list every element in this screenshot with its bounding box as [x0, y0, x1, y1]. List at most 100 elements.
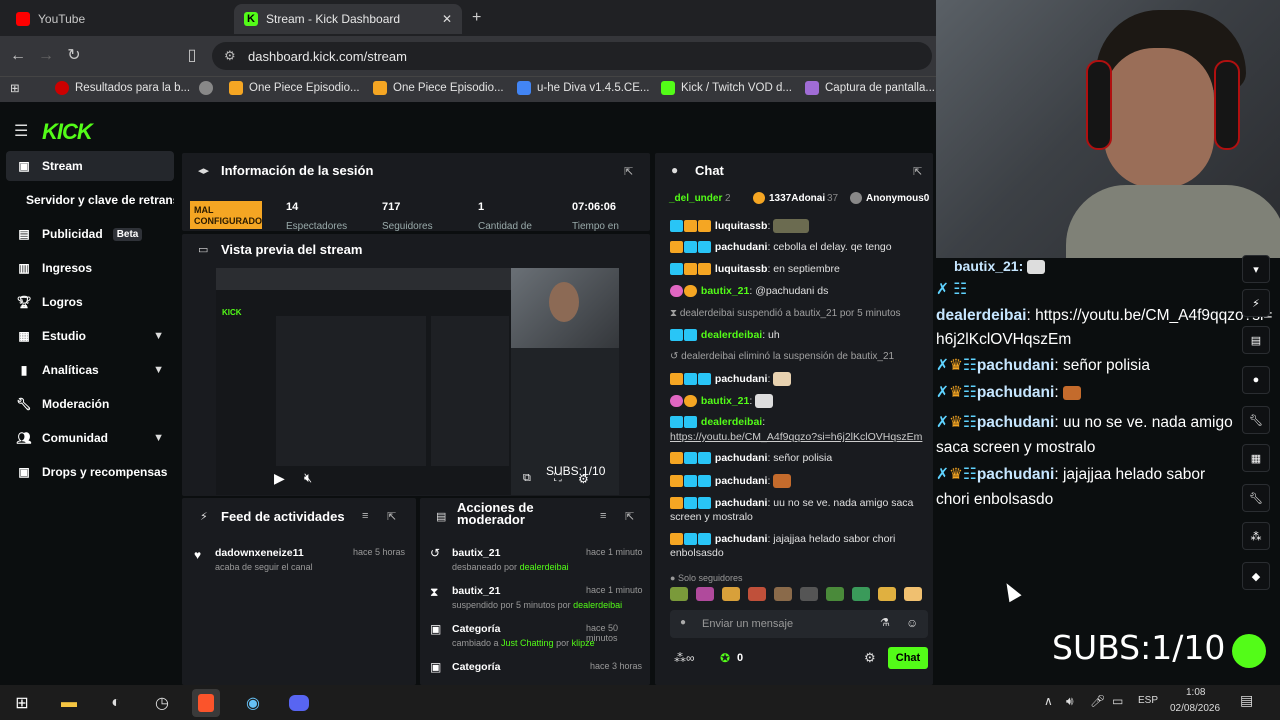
bookmark-item[interactable]: One Piece Episodio...	[229, 81, 360, 95]
bookmark-item[interactable]: Captura de pantalla...	[805, 81, 935, 95]
emote-icon[interactable]	[878, 587, 896, 601]
sidebar-item-comunidad[interactable]: 👥︎ Comunidad ▼	[6, 423, 174, 453]
bookmark-item[interactable]: One Piece Episodio...	[373, 81, 504, 95]
mic-icon[interactable]: 🎤︎	[1090, 694, 1105, 708]
share-icon[interactable]: ⁂	[1242, 522, 1270, 550]
app-icon[interactable]: ◐	[102, 689, 130, 717]
stream-video[interactable]: KICK ▶ 🔇︎ ⧉ ⛶ ⚙ SUBS:1/10	[216, 268, 619, 495]
file-explorer-icon[interactable]: ▬	[55, 689, 83, 717]
chat-send-button[interactable]: Chat	[888, 647, 928, 669]
back-icon[interactable]: ←	[8, 46, 28, 66]
chat-username[interactable]: pachudani	[715, 475, 768, 487]
language-indicator[interactable]: ESP	[1138, 695, 1158, 706]
sidebar-item-drops[interactable]: ▣ Drops y recompensas	[6, 457, 174, 487]
emote-icon[interactable]	[670, 587, 688, 601]
miniplayer-icon[interactable]: ⧉	[523, 472, 531, 485]
chat-username[interactable]: bautix_21	[701, 395, 749, 407]
feed-user[interactable]: dadownxeneize11	[215, 547, 304, 559]
popout-icon[interactable]: ⇱	[624, 165, 633, 178]
emoji-icon[interactable]: ☺	[906, 616, 918, 630]
bolt-icon[interactable]: ⚡︎	[1242, 289, 1270, 317]
popout-icon[interactable]: ⇱	[387, 510, 396, 523]
steam-icon[interactable]: ◉	[239, 689, 267, 717]
chat-username[interactable]: pachudani	[715, 533, 768, 545]
mute-icon[interactable]: 🔇︎	[304, 470, 312, 486]
sidebar-item-publicidad[interactable]: ▤ Publicidad Beta	[6, 219, 174, 249]
bookmark-item[interactable]: Resultados para la b...	[55, 81, 190, 95]
clock-app-icon[interactable]: ◷	[148, 689, 176, 717]
filter-icon[interactable]: ≡	[362, 510, 368, 522]
notification-icon[interactable]: ▤	[1240, 692, 1253, 709]
popout-icon[interactable]: ⇱	[625, 510, 634, 523]
sidebar-item-logros[interactable]: 🏆︎ Logros	[6, 287, 174, 317]
apps-icon[interactable]: ⊞	[10, 81, 20, 95]
popout-icon[interactable]: ⇱	[913, 165, 922, 178]
tab-kick-dashboard[interactable]: K Stream - Kick Dashboard ✕	[234, 4, 462, 34]
brave-icon[interactable]	[192, 689, 220, 717]
emote-icon[interactable]	[800, 587, 818, 601]
play-icon[interactable]: ▶	[274, 470, 285, 487]
mod-user[interactable]: dealerdeibai	[573, 600, 622, 610]
network-icon[interactable]: ▭	[1112, 694, 1123, 708]
menu-icon[interactable]: ☰	[14, 121, 28, 141]
sidebar-item-moderacion[interactable]: 🔧︎ Moderación	[6, 389, 174, 419]
chat-username[interactable]: bautix_21	[701, 285, 749, 297]
site-info-icon[interactable]: ⚙	[224, 48, 236, 64]
chat-username[interactable]: dealerdeibai	[701, 329, 762, 341]
chat-username[interactable]: pachudani	[715, 241, 768, 253]
mod-user[interactable]: dealerdeibai	[520, 562, 569, 572]
mod-category[interactable]: Just Chatting	[501, 638, 554, 648]
tab-youtube[interactable]: YouTube	[6, 4, 231, 34]
chat-username[interactable]: dealerdeibai	[701, 416, 762, 428]
mod-target[interactable]: bautix_21	[452, 547, 500, 559]
chat-link[interactable]: https://youtu.be/CM_A4f9qqzo?si=h6j2lKcl…	[670, 431, 922, 443]
chat-username[interactable]: pachudani	[715, 373, 768, 385]
chat-input[interactable]: ● Enviar un mensaje ⚗ ☺	[670, 610, 928, 638]
mod-target[interactable]: bautix_21	[452, 585, 500, 597]
leader-name[interactable]: 1337Adonai	[769, 193, 825, 204]
filter-icon[interactable]: ≡	[600, 510, 606, 522]
tool-icon[interactable]: ▾	[1242, 255, 1270, 283]
sidebar-item-ingresos[interactable]: ▥ Ingresos	[6, 253, 174, 283]
emote-icon[interactable]	[722, 587, 740, 601]
wrench-icon[interactable]: 🔧︎	[1242, 406, 1270, 434]
emote-icon[interactable]	[904, 587, 922, 601]
sidebar-item-stream[interactable]: ▣ Stream	[6, 151, 174, 181]
leader-name[interactable]: Anonymous0	[866, 193, 929, 204]
forward-icon[interactable]: →	[36, 46, 56, 66]
chat-username[interactable]: luquitassb	[715, 263, 768, 275]
bookmark-item[interactable]: u-he Diva v1.4.5.CE...	[517, 81, 650, 95]
address-bar[interactable]: ⚙ dashboard.kick.com/stream	[212, 42, 932, 70]
chat-username[interactable]: pachudani	[715, 497, 768, 509]
bookmark-item[interactable]	[199, 81, 213, 95]
infinity-icon[interactable]: ⁂∞	[674, 651, 695, 665]
discord-icon[interactable]	[285, 689, 313, 717]
volume-icon[interactable]: 🔊︎	[1066, 694, 1074, 709]
diamond-icon[interactable]: ◆	[1242, 562, 1270, 590]
printer-icon[interactable]: ▦	[1242, 444, 1270, 472]
magic-icon[interactable]: ⚗	[880, 616, 890, 629]
chat-bubble-icon[interactable]: ●	[1242, 366, 1270, 394]
bookmark-icon[interactable]: ▯	[182, 46, 202, 66]
emote-icon[interactable]	[696, 587, 714, 601]
chat-username[interactable]: pachudani	[715, 452, 768, 464]
emote-icon[interactable]	[826, 587, 844, 601]
clock-date[interactable]: 02/08/2026	[1170, 703, 1220, 714]
wrench-icon[interactable]: 🔧︎	[1242, 484, 1270, 512]
start-button[interactable]: ⊞	[8, 689, 36, 717]
emote-icon[interactable]	[774, 587, 792, 601]
clock-time[interactable]: 1:08	[1186, 687, 1205, 698]
chat-username[interactable]: luquitassb	[715, 220, 768, 232]
sidebar-item-estudio[interactable]: ▦ Estudio ▼	[6, 321, 174, 351]
tray-chevron-icon[interactable]: ∧	[1044, 694, 1053, 708]
bookmark-item[interactable]: Kick / Twitch VOD d...	[661, 81, 792, 95]
reload-icon[interactable]: ↻	[64, 46, 84, 66]
sidebar-item-analiticas[interactable]: ▮ Analíticas ▼	[6, 355, 174, 385]
close-tab-icon[interactable]: ✕	[442, 12, 452, 26]
sidebar-item-server-key[interactable]: Servidor y clave de retransmisión	[6, 185, 174, 215]
new-tab-button[interactable]: +	[472, 9, 481, 27]
list-icon[interactable]: ▤	[1242, 326, 1270, 354]
kick-logo[interactable]: KICK	[42, 119, 93, 145]
leader-name[interactable]: _del_under	[669, 193, 722, 204]
chat-settings-icon[interactable]: ⚙	[864, 650, 876, 666]
